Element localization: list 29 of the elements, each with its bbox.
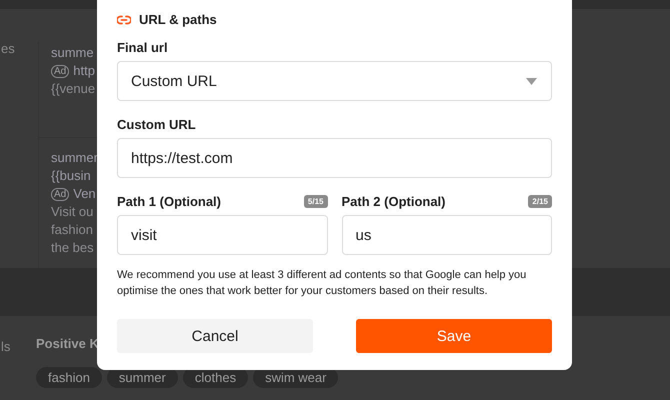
caret-icon	[526, 78, 537, 84]
ad-text: summer	[51, 150, 99, 166]
path-field[interactable]: visit	[117, 215, 328, 255]
field-label: Final url	[117, 40, 169, 55]
side-label: ls	[1, 339, 12, 356]
field-label: Path 2 (Optional)	[342, 194, 446, 209]
ad-text: Visit ou	[51, 204, 94, 220]
field-label: Path 1 (Optional)	[117, 194, 221, 209]
recommendation-text: We recommend you use at least 3 different ad contents so that Google can help you optimise the ones that work better for your customers based on their results.	[117, 268, 528, 299]
keyword-chip[interactable]: fashion	[36, 367, 102, 388]
ad-url-text: http	[73, 63, 95, 79]
custom-url-field[interactable]: https://test.com	[117, 138, 552, 178]
ad-url-text: Ven	[73, 186, 96, 202]
field-label: Custom URL	[117, 117, 197, 132]
ad-badge: Ad	[51, 64, 70, 78]
character-counter: 2/15	[528, 195, 552, 208]
final-url-dropdown[interactable]: Custom URL	[117, 61, 552, 101]
ad-text: {{venue	[51, 81, 96, 97]
ad-text: the bes	[51, 240, 95, 256]
ad-text: summe	[51, 45, 95, 61]
link-icon	[117, 14, 131, 24]
ad-badge: Ad	[51, 188, 70, 200]
side-label: es	[1, 41, 16, 58]
ad-text: fashion	[51, 222, 94, 238]
path-field[interactable]: us	[342, 215, 552, 255]
ad-text: {{busin	[51, 168, 92, 184]
character-counter: 5/15	[304, 195, 328, 208]
section-title: URL & paths	[139, 12, 217, 27]
cancel-button[interactable]: Cancel	[117, 319, 313, 353]
